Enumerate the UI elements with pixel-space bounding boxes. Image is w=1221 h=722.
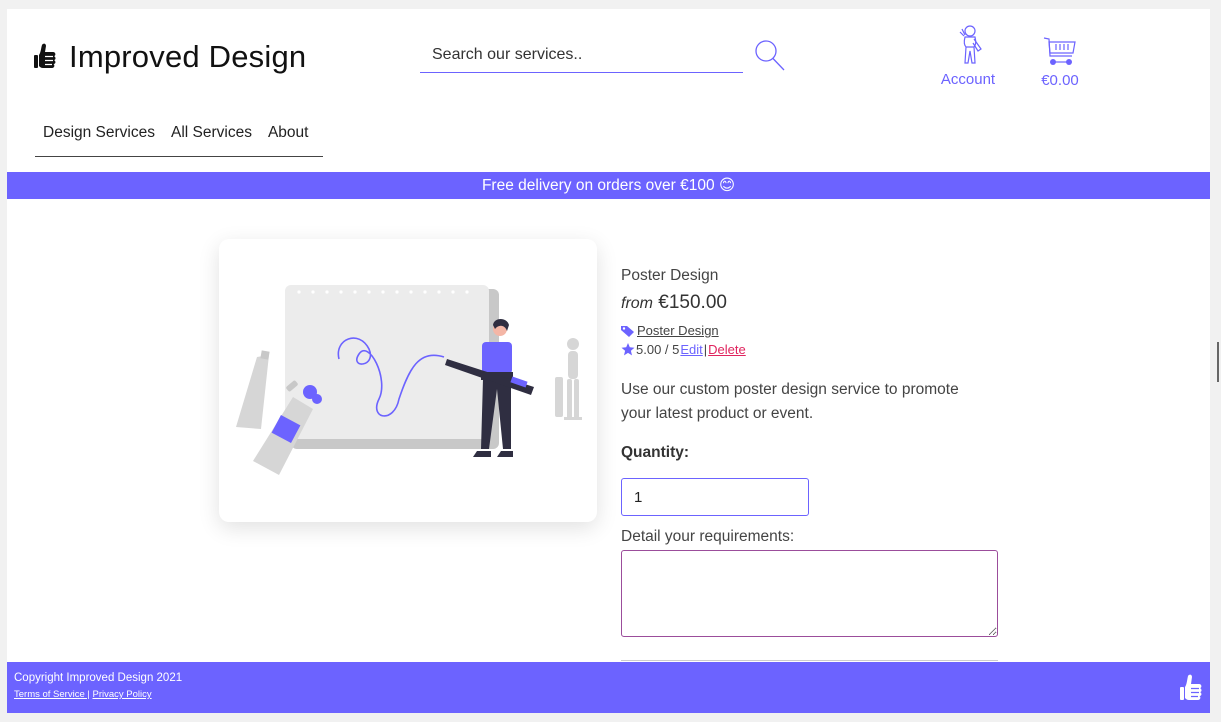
tag-icon xyxy=(621,325,634,337)
product-name: Poster Design xyxy=(621,267,719,284)
star-icon xyxy=(621,343,635,356)
product-price: from €150.00 xyxy=(621,292,1011,314)
divider xyxy=(621,660,998,661)
footer: Copyright Improved Design 2021 Terms of … xyxy=(7,662,1210,713)
edit-link[interactable]: Edit xyxy=(680,342,702,357)
search-icon xyxy=(755,40,785,71)
nav-item-design-services[interactable]: Design Services xyxy=(43,124,155,156)
search-button[interactable] xyxy=(753,37,787,73)
account-icon xyxy=(959,25,982,64)
nav-item-about[interactable]: About xyxy=(268,124,309,156)
product-details: Poster Design from €150.00 Poster Design… xyxy=(621,267,1011,642)
account-label: Account xyxy=(940,71,996,88)
price-value: €150.00 xyxy=(658,292,727,313)
product-category: Poster Design xyxy=(621,323,1011,338)
price-prefix: from xyxy=(621,295,653,312)
account-link[interactable]: Account xyxy=(933,25,1003,88)
product-image xyxy=(219,239,597,522)
thumbs-up-icon xyxy=(34,43,56,68)
scrollbar[interactable] xyxy=(1217,342,1219,382)
poster-design-illustration xyxy=(236,285,582,475)
nav-item-all-services[interactable]: All Services xyxy=(171,124,252,156)
delivery-banner: Free delivery on orders over €100 😊 xyxy=(7,172,1210,199)
thumbs-up-icon xyxy=(1180,674,1202,700)
terms-link[interactable]: Terms of Service | xyxy=(14,689,90,700)
quantity-label: Quantity: xyxy=(621,444,690,461)
cart-link[interactable]: €0.00 xyxy=(1035,36,1085,89)
page: Improved Design Account € xyxy=(7,9,1210,713)
copyright: Copyright Improved Design 2021 xyxy=(14,672,183,684)
requirements-textarea[interactable] xyxy=(621,550,998,637)
footer-links: Terms of Service | Privacy Policy xyxy=(14,689,152,700)
cart-total: €0.00 xyxy=(1041,72,1079,89)
privacy-link[interactable]: Privacy Policy xyxy=(93,689,152,700)
delete-link[interactable]: Delete xyxy=(708,342,746,357)
brand[interactable]: Improved Design xyxy=(33,39,306,75)
requirements-label: Detail your requirements: xyxy=(621,528,795,545)
quantity-input[interactable] xyxy=(621,478,809,516)
category-link[interactable]: Poster Design xyxy=(637,323,719,338)
rating-value: 5.00 / 5 xyxy=(636,342,680,357)
link-separator: | xyxy=(703,342,708,357)
main-nav: Design Services All Services About xyxy=(35,124,323,157)
search-input[interactable] xyxy=(420,37,743,73)
product-description: Use our custom poster design service to … xyxy=(621,381,959,422)
search-bar xyxy=(420,37,785,73)
product-rating: 5.00 / 5 Edit | Delete xyxy=(621,342,1011,357)
brand-title: Improved Design xyxy=(69,39,307,74)
cart-icon xyxy=(1043,37,1076,65)
